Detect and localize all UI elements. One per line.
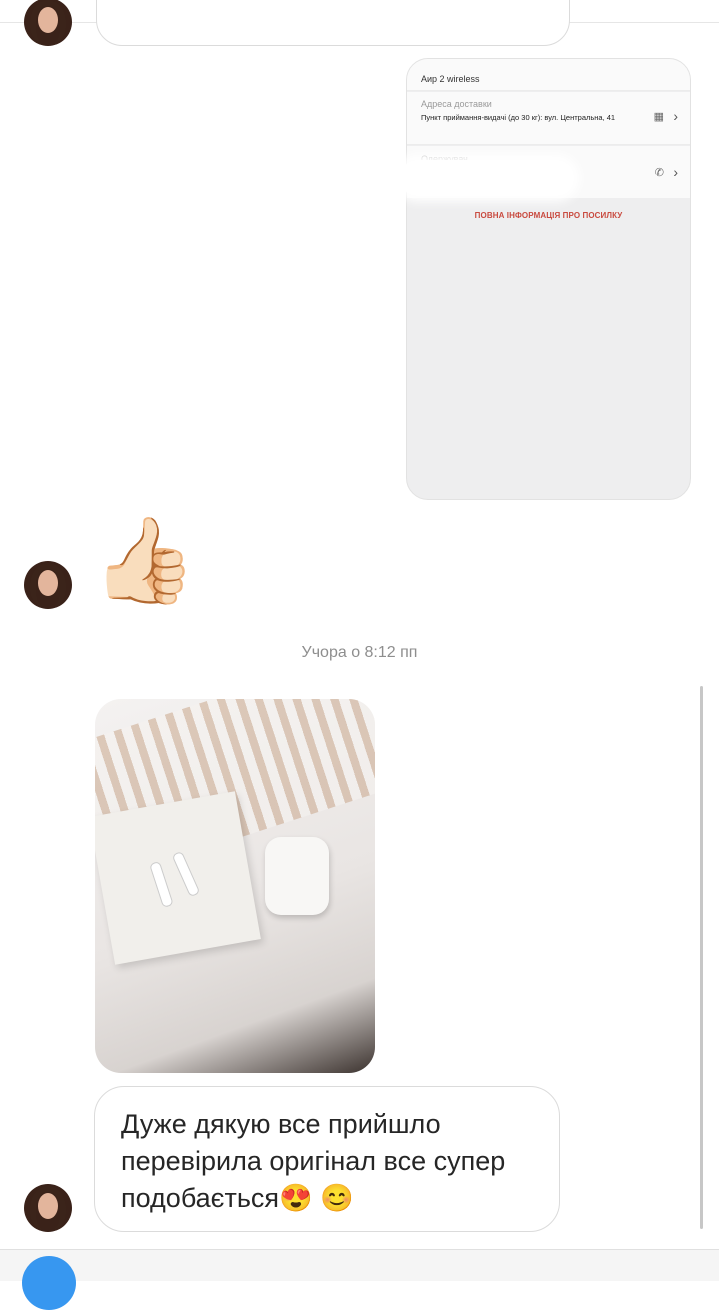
address-label: Адреса доставки <box>421 99 492 109</box>
chevron-right-icon: › <box>673 108 678 124</box>
received-message-bubble[interactable]: Дуже дякую все прийшло перевірила оригін… <box>94 1086 560 1232</box>
scrollbar[interactable] <box>700 686 703 1229</box>
map-icon: ▦ <box>653 111 664 123</box>
message-text: Дуже дякую все прийшло перевірила оригін… <box>121 1109 506 1213</box>
card-title: Аир 2 wireless <box>421 74 480 84</box>
delivery-address-row[interactable]: Адреса доставки Пункт приймання-видачі (… <box>407 92 690 145</box>
phone-icon: ✆ <box>654 167 664 179</box>
address-value: Пункт приймання-видачі (до 30 кг): вул. … <box>421 113 616 122</box>
sender-avatar[interactable] <box>24 1184 72 1232</box>
previous-message-bubble[interactable] <box>96 0 570 46</box>
redaction-mark <box>400 160 574 196</box>
shared-delivery-card[interactable]: Аир 2 wireless Адреса доставки Пункт при… <box>406 58 691 500</box>
message-composer-bar[interactable] <box>0 1249 719 1281</box>
card-title-row: Аир 2 wireless <box>407 59 690 91</box>
sender-avatar[interactable] <box>24 0 72 46</box>
thumbs-up-reaction[interactable]: 👍🏻 <box>92 512 197 608</box>
sender-avatar[interactable] <box>24 561 72 609</box>
camera-button[interactable] <box>22 1256 76 1310</box>
full-info-link[interactable]: ПОВНА ІНФОРМАЦІЯ ПРО ПОСИЛКУ <box>407 211 690 220</box>
photo-message[interactable] <box>95 699 375 1073</box>
chevron-right-icon: › <box>673 164 678 180</box>
message-timestamp: Учора о 8:12 пп <box>301 644 418 661</box>
